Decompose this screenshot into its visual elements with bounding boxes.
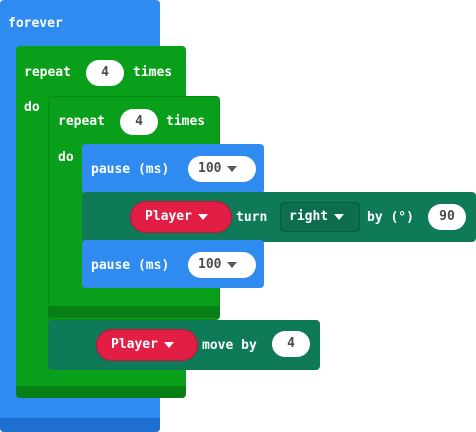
chevron-down-icon	[334, 213, 345, 220]
turn-sprite-dropdown[interactable]: Player	[130, 201, 232, 233]
pause-2-value: 100	[198, 257, 222, 272]
turn-direction-dropdown[interactable]: right	[280, 202, 360, 232]
inner-repeat-times-label: times	[166, 114, 206, 129]
turn-sprite-name: Player	[145, 209, 192, 224]
outer-repeat-label: repeat	[24, 65, 71, 80]
inner-repeat-edge	[48, 306, 220, 318]
chevron-down-icon	[227, 165, 238, 172]
outer-repeat-times-label: times	[133, 65, 173, 80]
move-label: move by	[202, 338, 257, 353]
forever-block-edge	[0, 418, 160, 432]
outer-repeat-do-label: do	[24, 100, 40, 115]
forever-label: forever	[8, 16, 63, 31]
turn-by-label: by (°)	[367, 210, 414, 225]
chevron-down-icon	[227, 261, 238, 268]
chevron-down-icon	[197, 213, 208, 220]
outer-repeat-count[interactable]: 4	[86, 60, 124, 86]
inner-repeat-label: repeat	[58, 114, 105, 129]
inner-repeat-do-label: do	[58, 150, 74, 165]
pause-1-value-dropdown[interactable]: 100	[188, 156, 256, 182]
turn-degrees-input[interactable]: 90	[428, 204, 466, 230]
pause-1-value: 100	[198, 161, 222, 176]
turn-direction-value: right	[289, 209, 329, 224]
chevron-down-icon	[163, 341, 174, 348]
move-sprite-dropdown[interactable]: Player	[96, 329, 198, 361]
move-steps-input[interactable]: 4	[272, 331, 310, 357]
outer-repeat-edge	[16, 386, 186, 398]
pause-2-value-dropdown[interactable]: 100	[188, 252, 256, 278]
turn-label: turn	[236, 210, 268, 225]
pause-1-label: pause (ms)	[91, 162, 170, 177]
pause-2-label: pause (ms)	[91, 258, 170, 273]
move-sprite-name: Player	[111, 337, 158, 352]
inner-repeat-count[interactable]: 4	[120, 109, 158, 135]
